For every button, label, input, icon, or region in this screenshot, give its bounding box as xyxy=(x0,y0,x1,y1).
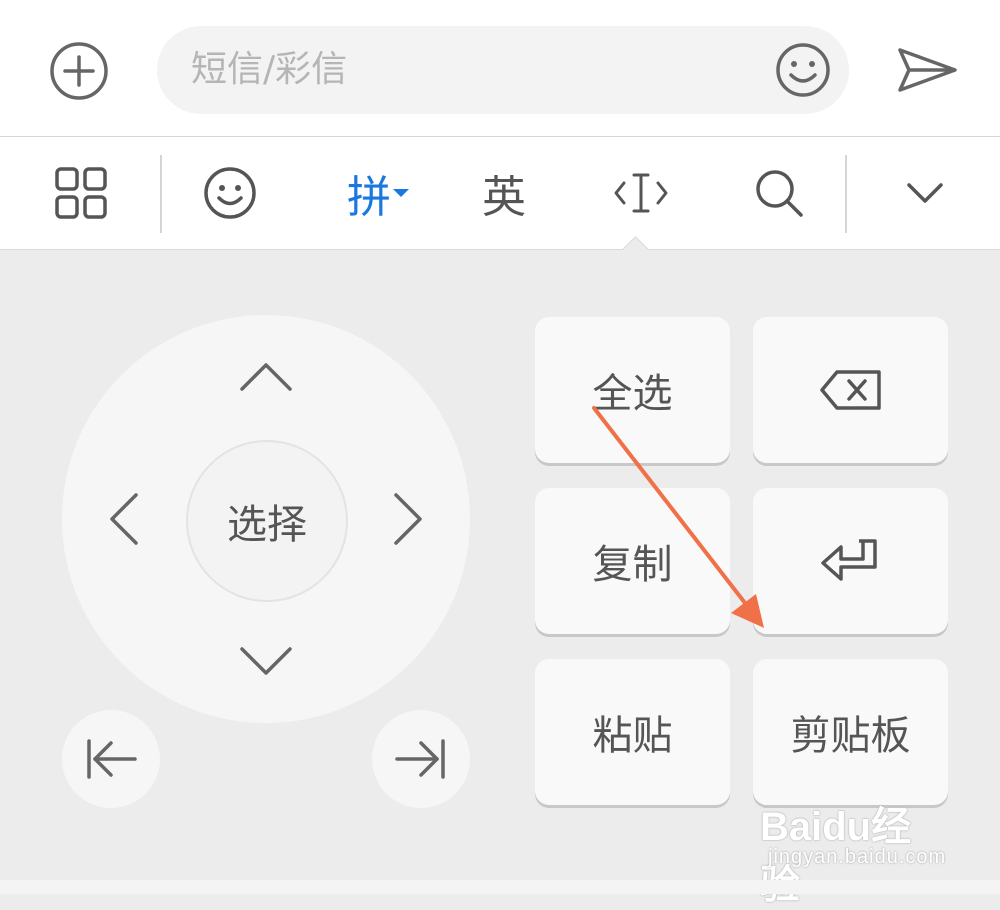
down-arrow-icon[interactable] xyxy=(238,633,294,689)
grid-menu-icon xyxy=(55,167,107,219)
select-all-key[interactable]: 全选 xyxy=(535,317,730,463)
search-icon xyxy=(756,170,803,217)
bottom-strip xyxy=(0,880,1000,894)
enter-key[interactable] xyxy=(753,488,948,634)
smiley-icon[interactable] xyxy=(773,40,833,100)
backspace-icon xyxy=(819,370,881,410)
chevron-down-icon xyxy=(907,183,943,203)
paste-key[interactable]: 粘贴 xyxy=(535,659,730,805)
select-button[interactable]: 选择 xyxy=(186,440,348,602)
tab-pinyin-label: 拼 xyxy=(347,172,391,223)
enter-icon xyxy=(820,539,877,581)
toolbar-divider xyxy=(160,155,162,233)
menu-button[interactable] xyxy=(50,137,112,249)
message-input-placeholder: 短信/彩信 xyxy=(191,49,348,90)
right-arrow-icon[interactable] xyxy=(380,491,436,547)
message-input[interactable]: 短信/彩信 xyxy=(157,26,849,114)
text-cursor-icon xyxy=(614,173,668,213)
cursor-edit-button[interactable] xyxy=(610,137,672,249)
plus-circle-icon[interactable] xyxy=(48,40,110,102)
tab-pinyin[interactable]: 拼 xyxy=(338,137,418,249)
jump-to-start-icon xyxy=(87,739,137,779)
cursor-dpad: 选择 xyxy=(62,315,470,723)
caret-down-icon xyxy=(393,189,409,197)
jump-to-start-button[interactable] xyxy=(62,710,160,808)
send-icon[interactable] xyxy=(895,44,961,96)
toolbar-divider xyxy=(845,155,847,233)
watermark-url: jingyan.baidu.com xyxy=(768,846,947,868)
smiley-icon xyxy=(204,167,256,219)
emoji-button[interactable] xyxy=(200,137,260,249)
backspace-key[interactable] xyxy=(753,317,948,463)
jump-to-end-button[interactable] xyxy=(372,710,470,808)
up-arrow-icon[interactable] xyxy=(238,349,294,405)
search-button[interactable] xyxy=(750,137,808,249)
keyboard-toolbar: 拼 英 xyxy=(0,137,1000,250)
baidu-watermark: Baidu经验 jingyan.baidu.com xyxy=(760,784,950,907)
jump-to-end-icon xyxy=(395,739,445,779)
tab-english-label: 英 xyxy=(482,172,526,223)
left-arrow-icon[interactable] xyxy=(96,491,152,547)
tab-english[interactable]: 英 xyxy=(476,137,532,249)
copy-key[interactable]: 复制 xyxy=(535,488,730,634)
collapse-keyboard-button[interactable] xyxy=(900,137,950,249)
message-bar: 短信/彩信 xyxy=(0,0,1000,137)
